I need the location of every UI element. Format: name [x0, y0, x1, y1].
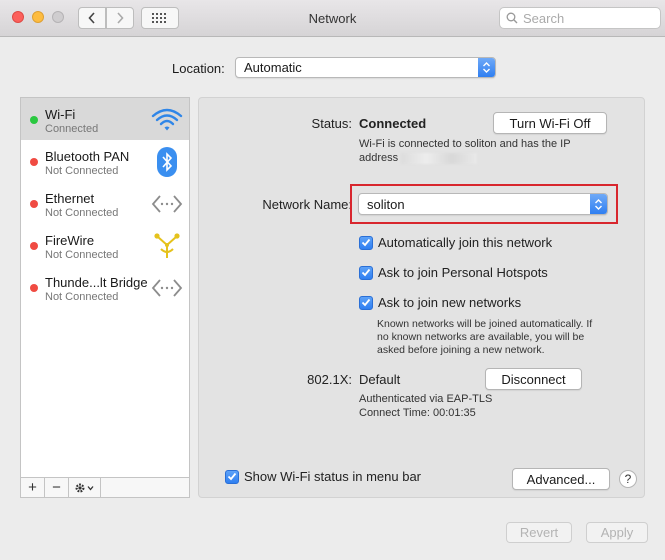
checkmark-icon — [359, 235, 373, 250]
checkmark-icon — [359, 295, 373, 310]
show-in-menu-bar-checkbox[interactable]: Show Wi-Fi status in menu bar — [225, 469, 421, 484]
help-button[interactable]: ? — [619, 470, 637, 488]
status-address-line: address — [359, 151, 478, 165]
select-stepper-icon — [590, 194, 607, 214]
bluetooth-icon — [151, 146, 183, 178]
join-note-line-3: asked before joining a new network. — [377, 344, 545, 356]
service-name: FireWire — [45, 233, 95, 248]
service-item-ethernet[interactable]: Ethernet Not Connected — [21, 182, 189, 224]
personal-hotspots-checkbox[interactable]: Ask to join Personal Hotspots — [359, 265, 548, 280]
dot1x-connect-time: Connect Time: 00:01:35 — [359, 407, 476, 419]
redacted-ip-address — [401, 152, 478, 164]
service-actions-button[interactable] — [69, 478, 101, 497]
auto-join-checkbox[interactable]: Automatically join this network — [359, 235, 552, 250]
service-status: Connected — [45, 123, 99, 135]
service-item-bluetooth-pan[interactable]: Bluetooth PAN Not Connected — [21, 140, 189, 182]
gear-icon — [74, 482, 93, 493]
apply-button[interactable]: Apply — [586, 522, 648, 543]
new-networks-label: Ask to join new networks — [378, 295, 522, 310]
advanced-button[interactable]: Advanced... — [512, 468, 610, 490]
dot1x-label: 802.1X: — [307, 372, 352, 387]
service-name: Thunde...lt Bridge — [45, 275, 148, 290]
checkmark-icon — [225, 469, 239, 484]
wifi-icon — [151, 104, 183, 136]
title-bar: Network Search — [0, 0, 665, 37]
status-value: Connected — [359, 116, 427, 131]
address-label: address — [359, 152, 399, 164]
service-name: Bluetooth PAN — [45, 149, 130, 164]
status-dot-icon — [30, 284, 38, 292]
checkmark-icon — [359, 265, 373, 280]
service-list: Wi-Fi Connected Bluetooth PAN Not Connec… — [20, 97, 190, 498]
auto-join-label: Automatically join this network — [378, 235, 553, 250]
status-dot-icon — [30, 158, 38, 166]
service-name: Ethernet — [45, 191, 95, 206]
service-name: Wi-Fi — [45, 107, 76, 122]
firewire-icon — [151, 230, 183, 262]
search-placeholder: Search — [523, 10, 565, 26]
status-label: Status: — [311, 116, 352, 131]
turn-wifi-off-button[interactable]: Turn Wi-Fi Off — [493, 112, 607, 134]
show-in-menu-bar-label: Show Wi-Fi status in menu bar — [244, 469, 422, 484]
select-stepper-icon — [478, 58, 495, 77]
location-label: Location: — [172, 61, 225, 76]
service-status: Not Connected — [45, 291, 119, 303]
service-item-thunderbolt-bridge[interactable]: Thunde...lt Bridge Not Connected — [21, 266, 189, 308]
status-dot-icon — [30, 116, 38, 124]
new-networks-checkbox[interactable]: Ask to join new networks — [359, 295, 521, 310]
disconnect-button[interactable]: Disconnect — [485, 368, 582, 390]
dot1x-value: Default — [359, 372, 401, 387]
status-description: Wi-Fi is connected to soliton and has th… — [359, 138, 571, 150]
network-name-select[interactable]: soliton — [358, 193, 608, 215]
status-dot-icon — [30, 200, 38, 208]
service-item-wifi[interactable]: Wi-Fi Connected — [21, 98, 189, 140]
network-name-value: soliton — [367, 196, 405, 212]
revert-button[interactable]: Revert — [506, 522, 572, 543]
location-select[interactable]: Automatic — [235, 57, 496, 78]
service-status: Not Connected — [45, 207, 119, 219]
personal-hotspots-label: Ask to join Personal Hotspots — [378, 265, 548, 280]
add-service-button[interactable]: + — [21, 478, 45, 497]
dot1x-auth-method: Authenticated via EAP-TLS — [359, 393, 493, 405]
search-field[interactable]: Search — [499, 7, 661, 29]
network-name-label: Network Name: — [262, 197, 352, 212]
remove-service-button[interactable]: − — [45, 478, 69, 497]
ethernet-icon — [151, 188, 183, 220]
service-list-toolbar: + − — [21, 477, 189, 497]
join-note-line-1: Known networks will be joined automatica… — [377, 318, 593, 330]
status-dot-icon — [30, 242, 38, 250]
thunderbolt-bridge-icon — [151, 272, 183, 304]
location-value: Automatic — [244, 60, 302, 75]
service-status: Not Connected — [45, 249, 119, 261]
service-status: Not Connected — [45, 165, 119, 177]
join-note-line-2: no known networks are available, you wil… — [377, 331, 585, 343]
service-item-firewire[interactable]: FireWire Not Connected — [21, 224, 189, 266]
search-icon — [506, 12, 518, 24]
